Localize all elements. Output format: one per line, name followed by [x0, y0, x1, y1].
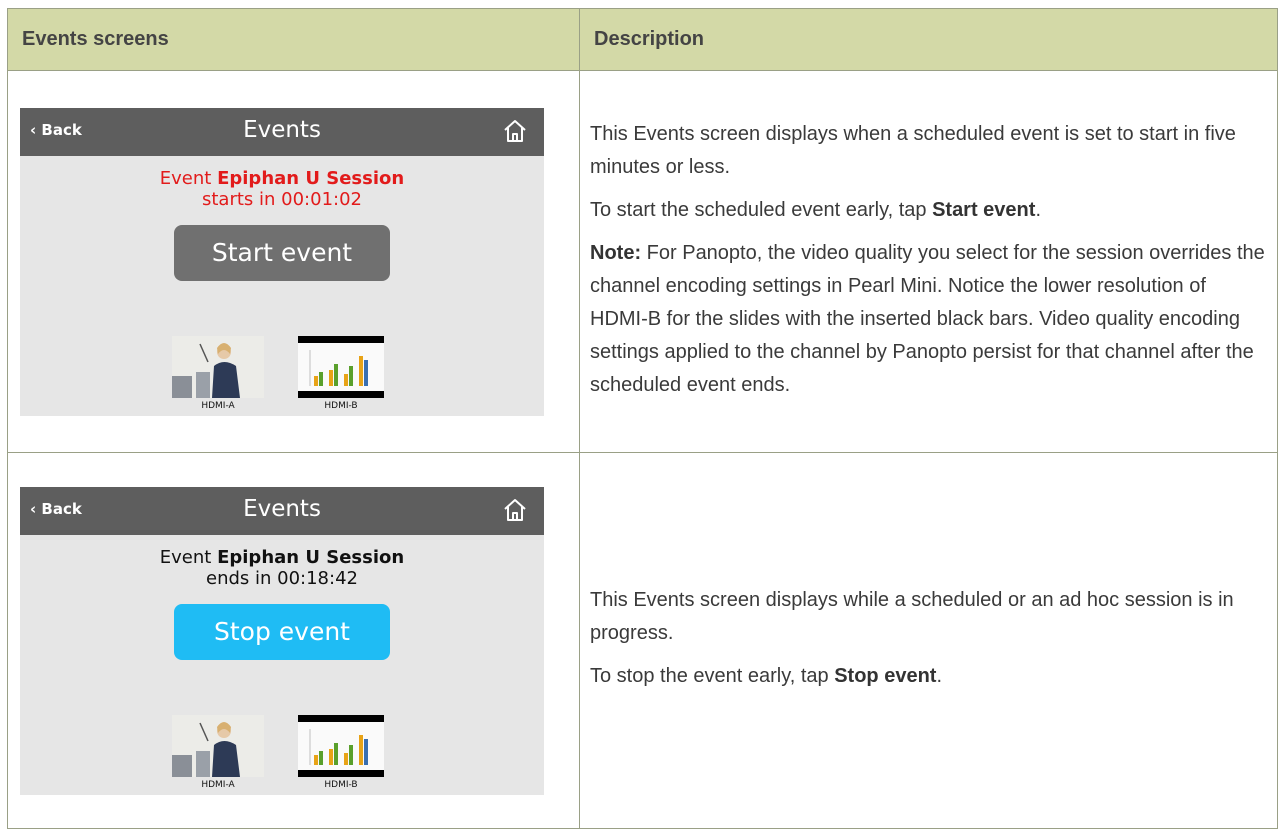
event-name: Epiphan U Session [217, 167, 405, 189]
input-thumbnails: HDMI-A HDMI-B [172, 335, 412, 414]
presenter-thumbnail [172, 335, 264, 398]
desc-paragraph: This Events screen displays when a sched… [590, 122, 1236, 178]
thumb-hdmi-b[interactable]: HDMI-B [298, 714, 384, 790]
slides-thumbnail [298, 714, 384, 777]
home-icon[interactable] [502, 118, 528, 144]
events-screen-stop: ‹ Back Events Event Epiphan U Session en… [20, 486, 544, 795]
events-table: Events screens Description ‹ Back Events… [7, 8, 1278, 829]
start-event-button[interactable]: Start event [174, 224, 390, 281]
thumb-hdmi-a[interactable]: HDMI-A [172, 714, 264, 790]
thumb-label: HDMI-A [201, 779, 235, 790]
presenter-thumbnail [172, 714, 264, 777]
screen-cell-start: ‹ Back Events Event Epiphan U Session st… [7, 70, 580, 453]
screen-title: Events [243, 116, 321, 143]
desc-paragraph: This Events screen displays while a sche… [590, 589, 1234, 644]
thumb-hdmi-b[interactable]: HDMI-B [298, 335, 384, 411]
slides-thumbnail [298, 335, 384, 398]
event-time: starts in 00:01:02 [202, 188, 362, 210]
events-screen-start: ‹ Back Events Event Epiphan U Session st… [20, 107, 544, 416]
note-label: Note: [590, 241, 642, 264]
thumb-label: HDMI-A [201, 400, 235, 411]
home-icon[interactable] [502, 497, 528, 523]
screen-cell-stop: ‹ Back Events Event Epiphan U Session en… [7, 452, 580, 829]
thumb-label: HDMI-B [324, 779, 358, 790]
event-message: Event Epiphan U Session ends in 00:18:42 [20, 547, 544, 589]
screen-title: Events [243, 495, 321, 522]
input-thumbnails: HDMI-A HDMI-B [172, 714, 412, 793]
thumb-hdmi-a[interactable]: HDMI-A [172, 335, 264, 411]
top-bar: ‹ Back Events [20, 486, 544, 535]
desc-paragraph: To start the scheduled event early, tap … [590, 198, 1041, 221]
header-description: Description [579, 8, 1278, 71]
header-events-screens: Events screens [7, 8, 580, 71]
description-cell-start: This Events screen displays when a sched… [579, 70, 1278, 453]
desc-paragraph: To stop the event early, tap Stop event. [590, 665, 943, 687]
msg-prefix: Event [159, 167, 218, 189]
thumb-label: HDMI-B [324, 400, 358, 411]
start-event-ref: Start event [932, 198, 1036, 221]
msg-prefix: Event [159, 546, 218, 568]
event-time: ends in 00:18:42 [206, 567, 358, 589]
event-name: Epiphan U Session [217, 546, 405, 568]
event-message: Event Epiphan U Session starts in 00:01:… [20, 168, 544, 210]
stop-event-button[interactable]: Stop event [174, 603, 390, 660]
top-bar: ‹ Back Events [20, 107, 544, 156]
note-paragraph: Note: For Panopto, the video quality you… [590, 241, 1265, 396]
description-cell-stop: This Events screen displays while a sche… [579, 452, 1278, 829]
stop-event-ref: Stop event [834, 665, 937, 687]
